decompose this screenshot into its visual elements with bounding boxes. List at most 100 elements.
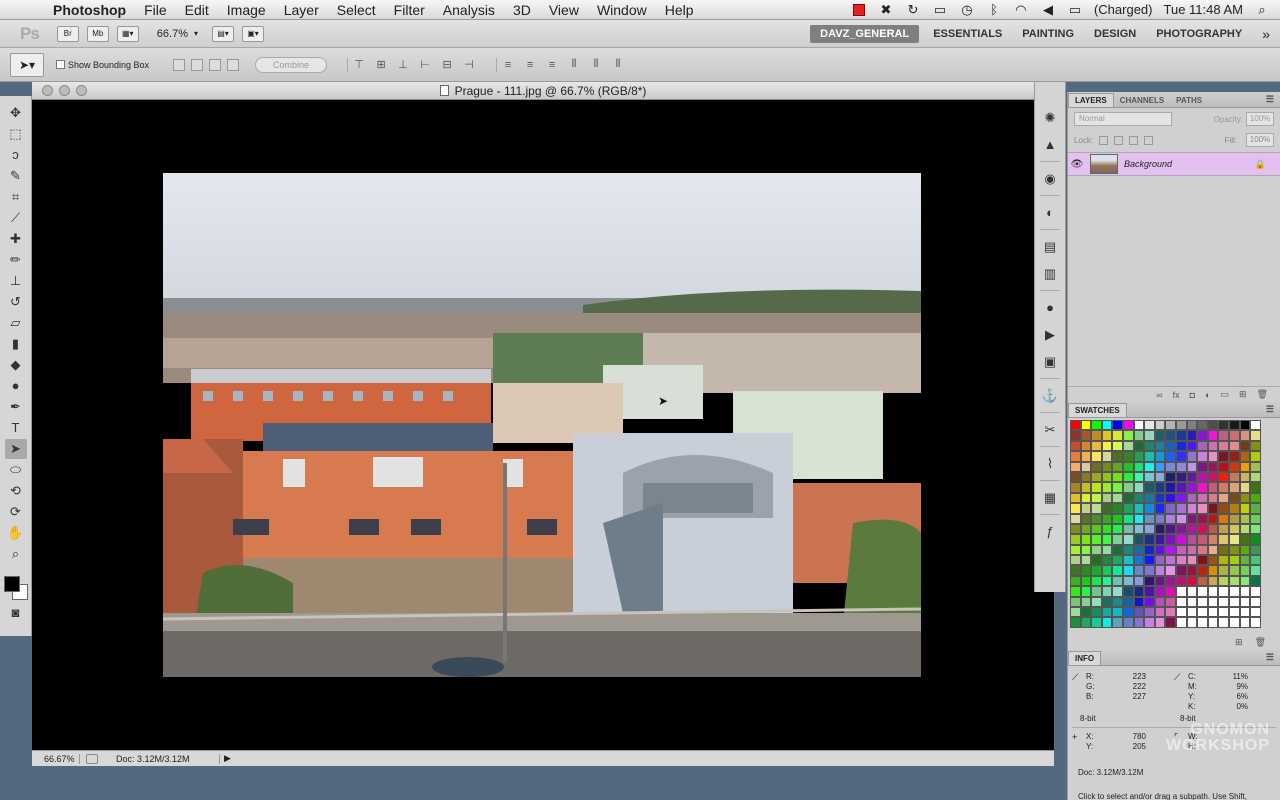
more-workspaces-icon[interactable]: » [1252,26,1280,42]
swatch[interactable] [1239,420,1251,431]
swatch[interactable] [1250,586,1261,597]
swatch[interactable] [1197,575,1208,587]
path-selection-tool-icon[interactable]: ➤ [4,438,27,459]
adjustments-panel-icon[interactable]: ◐ [1039,203,1061,223]
dodge-tool-icon[interactable]: ● [5,376,27,396]
swatch[interactable] [1154,471,1166,483]
swatch[interactable] [1186,440,1198,452]
swatch[interactable] [1133,420,1145,431]
distribute-vcenter-icon[interactable]: ≡ [523,58,537,72]
distribute-left-icon[interactable]: ⦀ [567,58,581,72]
clone-stamp-tool-icon[interactable]: ⊥ [5,271,27,291]
history-panel-icon[interactable]: ▤ [1039,237,1061,257]
swatch[interactable] [1207,544,1219,556]
panel-menu-icon[interactable]: ☰ [1266,94,1280,105]
swatch[interactable] [1250,596,1261,608]
swatch[interactable] [1091,482,1102,493]
swatch[interactable] [1239,503,1251,514]
swatch[interactable] [1165,607,1176,618]
swatch[interactable] [1091,555,1102,566]
brush-tool-icon[interactable]: ✏ [5,250,27,270]
crop-tool-icon[interactable]: ⌗ [5,187,27,207]
swatch[interactable] [1122,471,1134,483]
3d-orbit-tool-icon[interactable]: ⟳ [5,502,27,522]
swatch[interactable] [1122,544,1134,556]
show-bounding-box-checkbox[interactable]: Show Bounding Box [56,60,149,70]
swatch[interactable] [1239,482,1251,493]
menu-file[interactable]: File [135,2,176,18]
swatch[interactable] [1175,461,1187,472]
swatch[interactable] [1112,513,1123,524]
swatch[interactable] [1101,482,1113,493]
swatch[interactable] [1091,565,1102,576]
swatch[interactable] [1101,607,1113,618]
marquee-tool-icon[interactable]: ⬚ [5,124,27,144]
swatch[interactable] [1165,565,1176,576]
menu-layer[interactable]: Layer [275,2,328,18]
swatch[interactable] [1165,461,1176,472]
swatch[interactable] [1175,420,1187,431]
swatch[interactable] [1112,523,1123,535]
swatch[interactable] [1154,596,1166,608]
swatch[interactable] [1112,544,1123,556]
eraser-tool-icon[interactable]: ▱ [5,313,27,333]
swatch[interactable] [1218,534,1229,545]
swatch[interactable] [1154,503,1166,514]
swatch[interactable] [1122,596,1134,608]
swatch[interactable] [1070,513,1081,524]
swatch[interactable] [1218,471,1229,483]
swatch[interactable] [1250,451,1261,462]
swatch[interactable] [1101,534,1113,545]
swatch[interactable] [1186,617,1198,628]
swatch[interactable] [1218,575,1229,587]
swatch[interactable] [1165,513,1176,524]
swatch[interactable] [1101,461,1113,472]
swatch[interactable] [1112,461,1123,472]
swatch[interactable] [1186,523,1198,535]
delete-swatch-icon[interactable]: 🗑 [1255,637,1266,648]
swatch[interactable] [1165,503,1176,514]
swatch[interactable] [1239,430,1251,441]
zoom-dropdown-icon[interactable]: ▾ [194,29,198,38]
quick-selection-tool-icon[interactable]: ✎ [5,166,27,186]
swatch[interactable] [1239,471,1251,483]
swatch[interactable] [1186,492,1198,504]
lock-all-icon[interactable] [1144,135,1154,145]
swatch[interactable] [1091,420,1102,431]
prague-photo[interactable] [163,173,921,677]
swatch[interactable] [1144,617,1155,628]
swatch[interactable] [1228,440,1240,452]
swatch[interactable] [1080,451,1092,462]
swatch[interactable] [1154,575,1166,587]
swatch[interactable] [1101,596,1113,608]
swatch[interactable] [1228,492,1240,504]
swatch[interactable] [1186,586,1198,597]
swatch[interactable] [1165,596,1176,608]
distribute-top-icon[interactable]: ≡ [501,58,515,72]
swatch[interactable] [1250,513,1261,524]
swatch[interactable] [1175,430,1187,441]
swatch[interactable] [1250,420,1261,431]
quick-mask-icon[interactable]: ◙ [5,603,27,623]
swatch[interactable] [1250,534,1261,545]
styles-panel-icon[interactable]: ƒ [1039,522,1061,542]
swatch[interactable] [1154,544,1166,556]
swatch[interactable] [1154,607,1166,618]
swatch[interactable] [1186,482,1198,493]
lock-transparent-icon[interactable] [1099,135,1109,145]
swatch[interactable] [1112,471,1123,483]
screen-mode-button[interactable]: ▣▾ [242,25,265,42]
tab-paths[interactable]: PATHS [1170,94,1208,107]
swatch[interactable] [1197,596,1208,608]
workspace-essentials[interactable]: ESSENTIALS [923,28,1012,40]
tab-info[interactable]: INFO [1068,651,1102,665]
arrange-documents-button[interactable]: ▤▾ [212,25,235,42]
swatch[interactable] [1207,420,1219,431]
swatch[interactable] [1154,440,1166,452]
subtract-shape-icon[interactable] [191,58,204,71]
swatch[interactable] [1101,523,1113,535]
distribute-hcenter-icon[interactable]: ⦀ [589,58,603,72]
sync-icon[interactable]: ↻ [905,2,921,17]
distribute-bottom-icon[interactable]: ≡ [545,58,559,72]
swatch[interactable] [1080,586,1092,597]
